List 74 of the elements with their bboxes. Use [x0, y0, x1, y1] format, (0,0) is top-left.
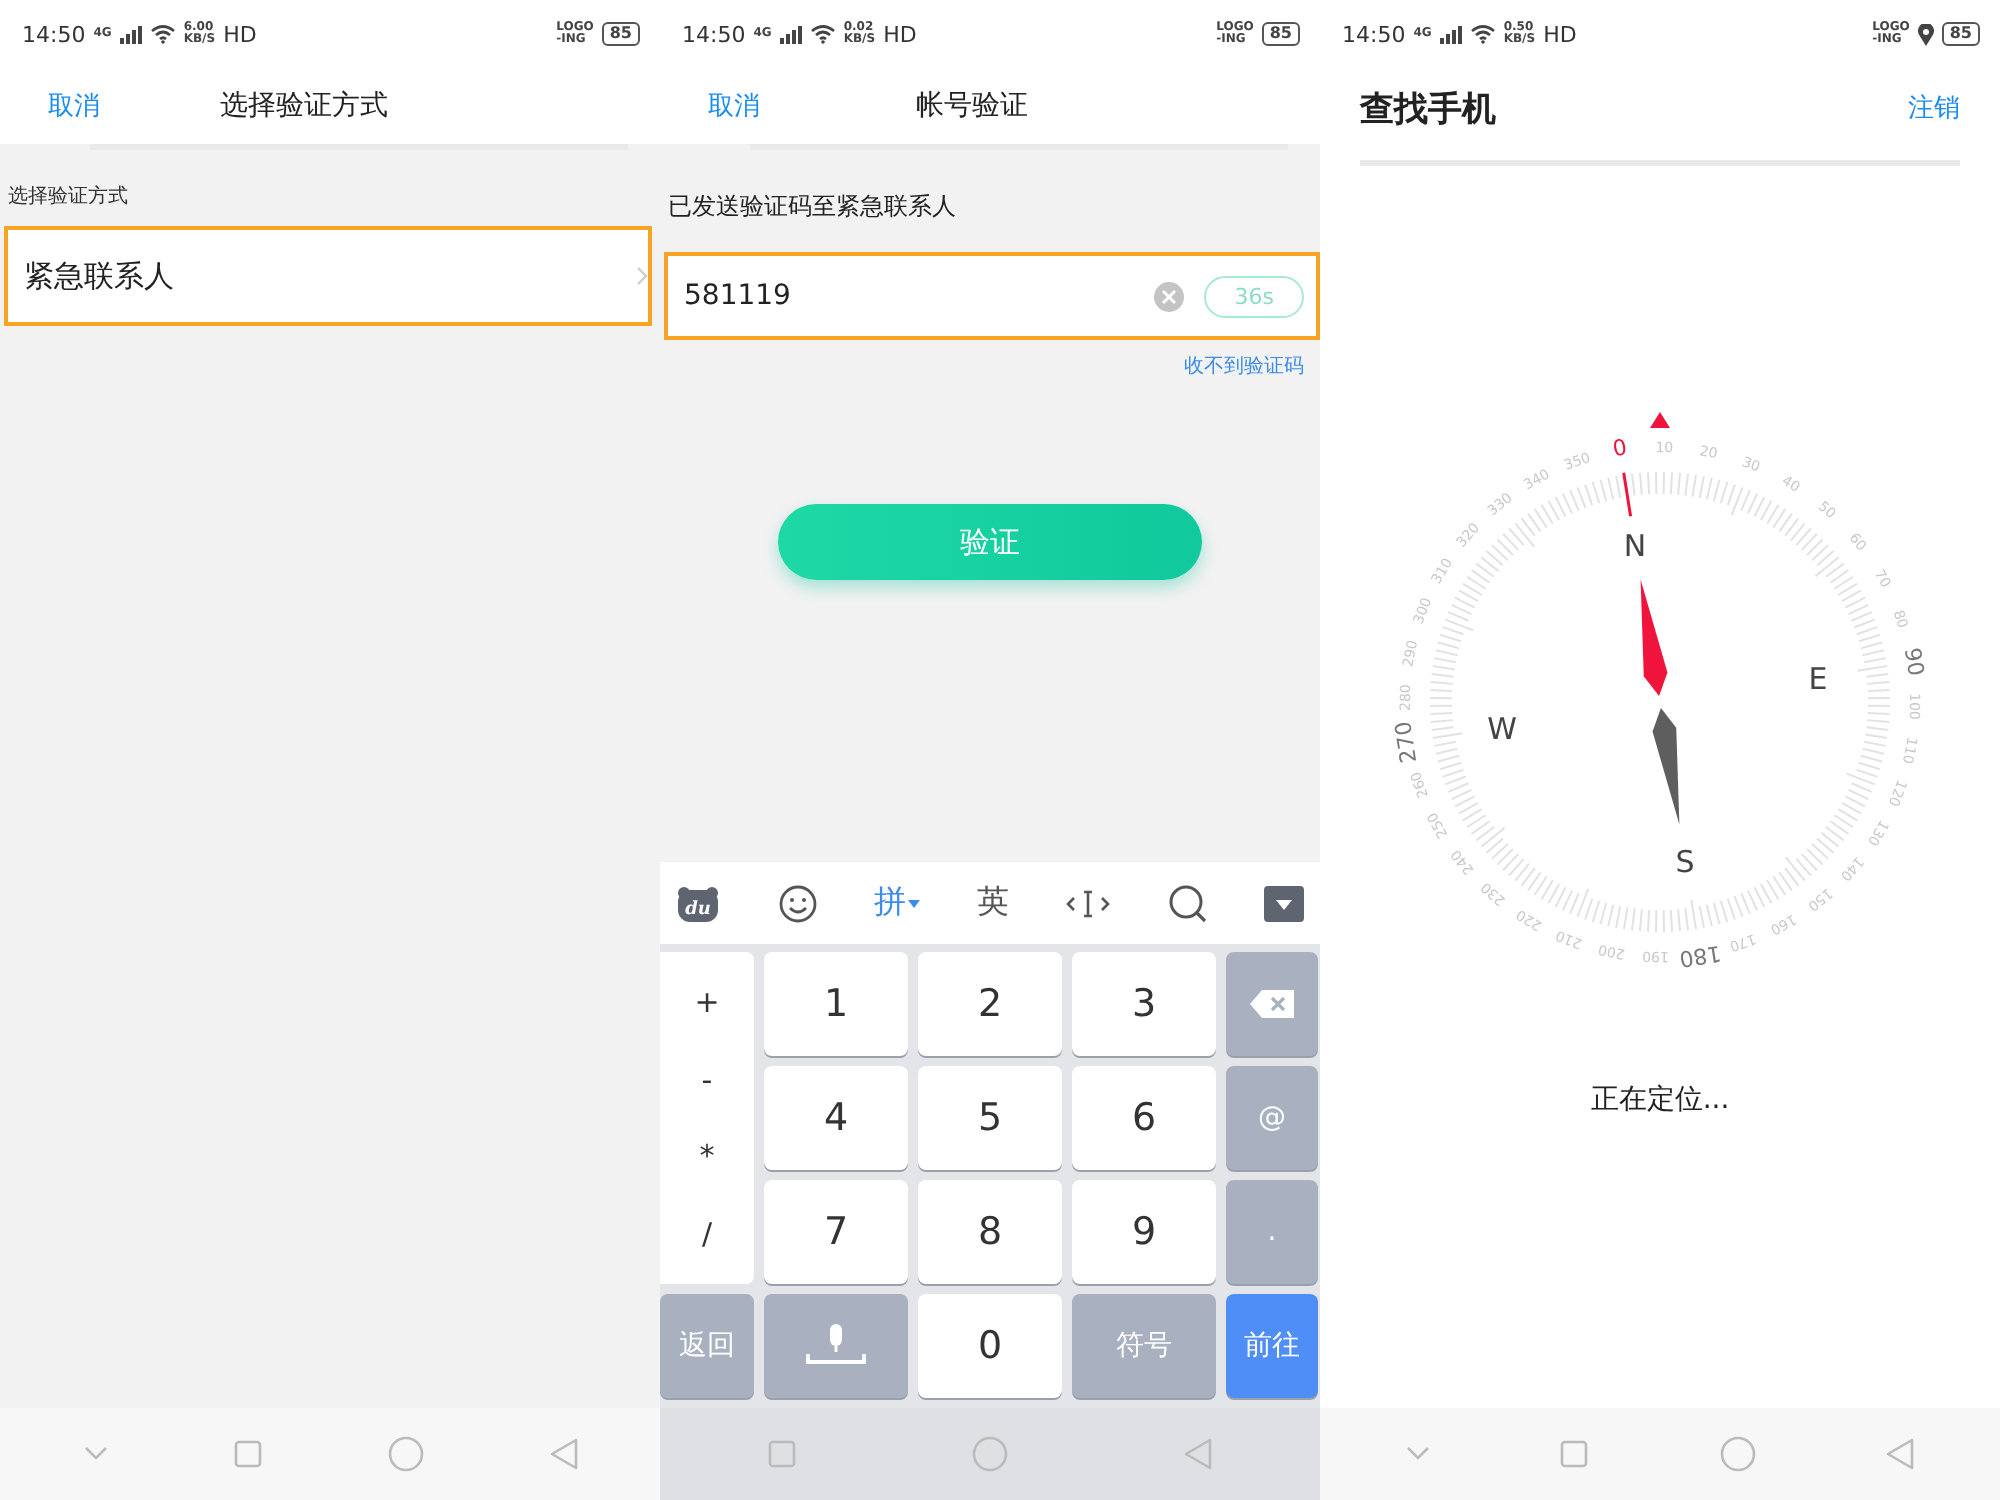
signal-icon: [779, 25, 802, 43]
page-title: 查找手机: [1360, 87, 1496, 131]
chevron-down-icon[interactable]: [83, 1446, 107, 1462]
emoji-icon[interactable]: [777, 883, 817, 923]
north-marker-line: [1622, 472, 1633, 517]
symbol-key[interactable]: -: [701, 1061, 713, 1098]
home-icon[interactable]: [972, 1436, 1008, 1472]
battery-indicator: 85: [1261, 22, 1300, 46]
code-input[interactable]: 581119: [684, 280, 1135, 312]
verification-option[interactable]: 紧急联系人: [4, 226, 652, 326]
heading-marker-icon: [1650, 412, 1670, 428]
signal-icon: [119, 25, 142, 43]
clear-icon[interactable]: [1154, 281, 1185, 311]
symbol-key[interactable]: +: [694, 984, 720, 1021]
recent-apps-icon[interactable]: [768, 1440, 796, 1468]
keyboard-key[interactable]: 8: [918, 1180, 1062, 1284]
recent-apps-icon[interactable]: [233, 1440, 261, 1468]
hd-label: HD: [1543, 21, 1577, 47]
hd-label: HD: [223, 21, 257, 47]
back-icon[interactable]: [549, 1438, 577, 1470]
keyboard-logo-icon[interactable]: du: [676, 885, 720, 921]
sent-message: 已发送验证码至紧急联系人: [666, 190, 958, 224]
degree-label: 90: [1898, 645, 1929, 678]
microphone-icon: [804, 1324, 868, 1368]
keyboard-key[interactable]: 9: [1072, 1180, 1216, 1284]
search-icon[interactable]: [1167, 883, 1207, 923]
symbol-key[interactable]: /: [701, 1215, 713, 1252]
code-field[interactable]: 581119 36s: [664, 252, 1320, 340]
dropdown-caret-icon: [908, 899, 920, 907]
input-mode-tab[interactable]: 英: [977, 882, 1009, 924]
keyboard-key[interactable]: 2: [918, 952, 1062, 1056]
recent-apps-icon[interactable]: [1560, 1440, 1589, 1468]
chevron-down-icon[interactable]: [1405, 1446, 1430, 1462]
degree-label: 180: [1677, 939, 1723, 972]
hd-label: HD: [883, 21, 917, 47]
keyboard-key[interactable]: 3: [1072, 952, 1216, 1056]
keyboard-key[interactable]: 5: [918, 1066, 1062, 1170]
keyboard-key[interactable]: 1: [764, 952, 908, 1056]
clock-time: 14:50: [1342, 21, 1406, 47]
backspace-icon: [1250, 990, 1294, 1018]
cardinal-label: E: [1808, 660, 1828, 697]
cardinal-label: S: [1675, 844, 1695, 881]
symbol-column[interactable]: + - * /: [660, 952, 754, 1284]
chevron-right-icon: [636, 266, 648, 286]
page-title: 帐号验证: [916, 88, 1028, 124]
section-label: 选择验证方式: [6, 183, 130, 212]
clock-time: 14:50: [682, 21, 746, 47]
back-icon[interactable]: [1886, 1438, 1915, 1470]
wifi-icon: [149, 24, 176, 44]
keyboard-key[interactable]: 7: [764, 1180, 908, 1284]
wifi-icon: [809, 24, 836, 44]
symbol-key[interactable]: *: [699, 1138, 715, 1175]
backspace-key[interactable]: [1226, 952, 1318, 1056]
battery-indicator: 85: [1941, 22, 1980, 46]
page-title: 选择验证方式: [220, 88, 388, 124]
keyboard-key[interactable]: 0: [918, 1294, 1062, 1398]
clock-time: 14:50: [22, 21, 86, 47]
back-icon[interactable]: [1184, 1438, 1212, 1470]
degree-label: 0: [1610, 434, 1629, 463]
countdown-timer: 36s: [1204, 275, 1304, 317]
cursor-move-icon[interactable]: [1066, 887, 1110, 919]
keyboard-key[interactable]: 4: [764, 1066, 908, 1170]
cardinal-label: W: [1487, 711, 1517, 748]
degree-label: 270: [1390, 719, 1423, 765]
voice-input-key[interactable]: [764, 1294, 908, 1398]
signal-icon: [1439, 25, 1462, 43]
hide-keyboard-icon[interactable]: [1264, 885, 1304, 921]
cardinal-label: N: [1623, 527, 1647, 564]
keyboard-key[interactable]: 6: [1072, 1066, 1216, 1170]
battery-indicator: 85: [601, 22, 640, 46]
wifi-icon: [1469, 24, 1496, 44]
home-icon[interactable]: [387, 1436, 423, 1472]
locating-status: 正在定位...: [1590, 1082, 1730, 1118]
home-icon[interactable]: [1719, 1436, 1756, 1472]
